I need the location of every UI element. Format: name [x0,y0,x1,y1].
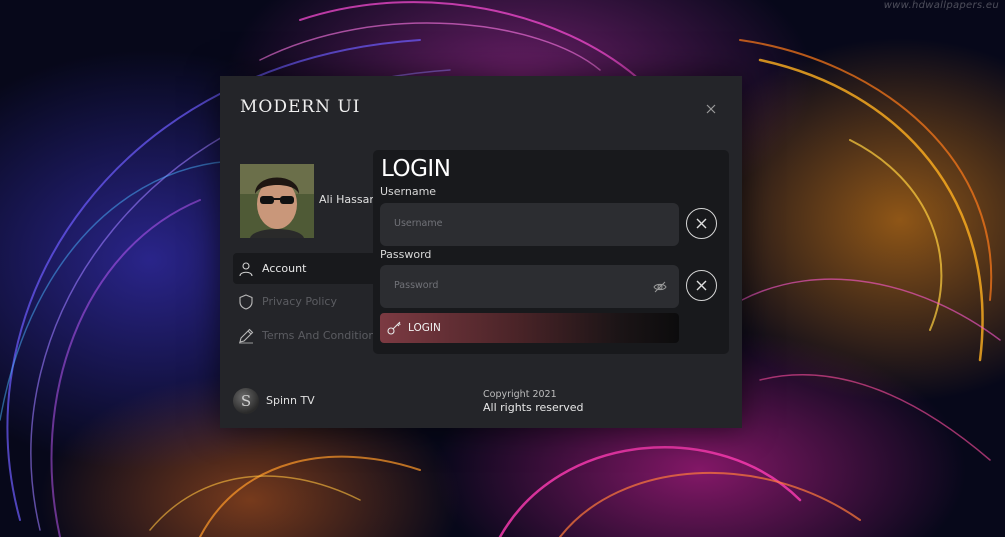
clear-password-button[interactable] [686,270,717,301]
eye-off-icon[interactable] [653,279,667,293]
brand-name: Spinn TV [266,394,315,407]
username-field [380,203,679,246]
sidebar-item-label: Terms And Conditions [262,329,382,342]
app-window: MODERN UI Ali Hassan Account Privacy Pol… [220,76,742,428]
username-label: Username [380,185,437,198]
rights-text: All rights reserved [483,401,584,414]
brand-logo: S [233,388,259,414]
copyright-text: Copyright 2021 [483,389,557,400]
avatar [240,164,314,238]
user-name: Ali Hassan [319,193,377,206]
password-label: Password [380,248,432,261]
login-title: LOGIN [381,156,451,182]
app-title: MODERN UI [240,97,361,117]
password-field [380,265,679,308]
login-button[interactable]: LOGIN [380,313,679,343]
username-input[interactable] [392,217,646,230]
close-button[interactable] [704,101,718,115]
sidebar-item-label: Account [262,262,307,275]
login-panel: LOGIN Username Password LOGIN [373,150,729,354]
wallpaper-watermark: www.hdwallpapers.eu [883,0,999,11]
login-button-label: LOGIN [408,322,441,334]
key-icon [386,320,402,336]
close-icon [696,218,707,229]
sidebar-item-terms-and-conditions[interactable]: Terms And Conditions [233,320,383,351]
close-icon [706,104,716,114]
sidebar-item-label: Privacy Policy [262,295,337,308]
clear-username-button[interactable] [686,208,717,239]
user-icon [238,261,254,277]
sidebar-item-privacy-policy[interactable]: Privacy Policy [233,286,383,317]
shield-icon [238,293,254,310]
password-input[interactable] [392,279,646,292]
sidebar-item-account[interactable]: Account [233,253,383,284]
close-icon [696,280,707,291]
pencil-icon [238,328,254,344]
avatar-photo [240,164,314,238]
